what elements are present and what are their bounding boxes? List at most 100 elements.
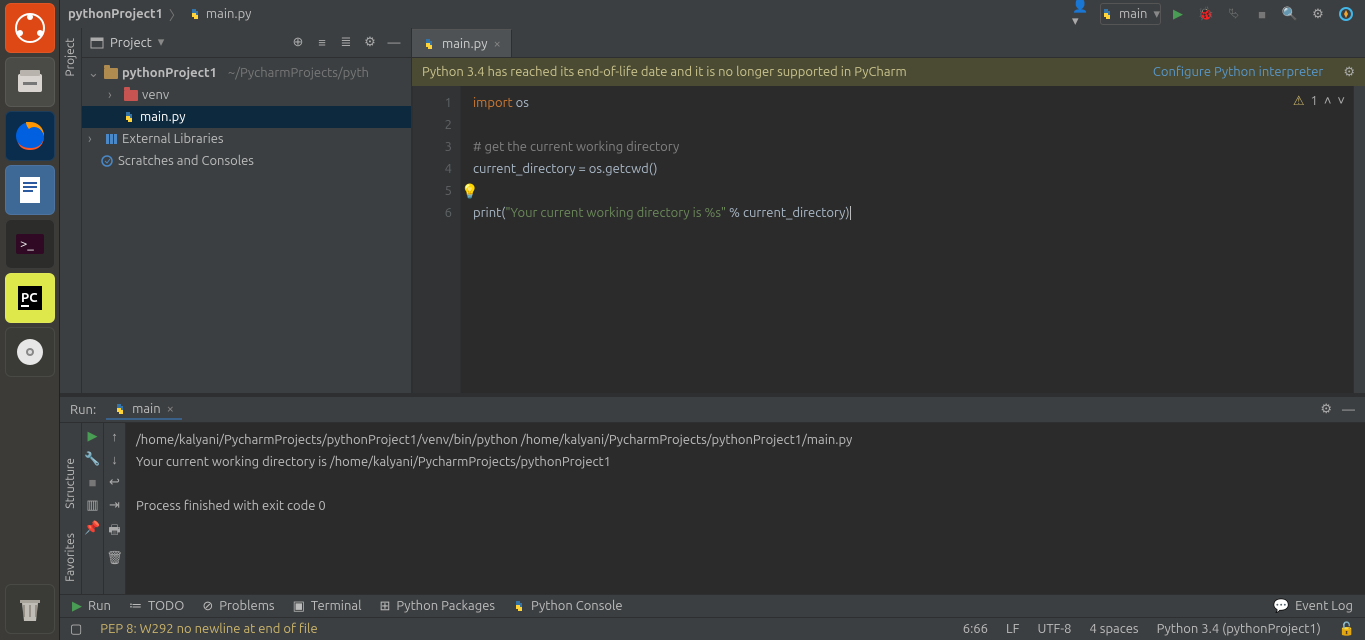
editor-tab[interactable]: main.py × bbox=[412, 29, 512, 57]
launcher-files[interactable] bbox=[5, 57, 55, 107]
warning-count: 1 bbox=[1310, 90, 1317, 112]
left-rail-structure[interactable]: Structure bbox=[64, 458, 77, 509]
status-tool-icon[interactable]: ▢ bbox=[70, 622, 82, 637]
chevron-down-icon[interactable]: ˅ bbox=[1337, 90, 1345, 112]
code-content[interactable]: import os # get the current working dire… bbox=[461, 86, 1353, 393]
tool-terminal[interactable]: ▣Terminal bbox=[293, 599, 362, 614]
project-tool-window: Project ▾ ⊕ ≡ ≣ ⚙ — ⌄ pythonProject1 ~/P… bbox=[82, 28, 412, 393]
tree-scratches-label: Scratches and Consoles bbox=[118, 154, 254, 168]
tree-venv[interactable]: › venv bbox=[82, 84, 411, 106]
tool-run[interactable]: ▶Run bbox=[72, 599, 111, 614]
intention-bulb-icon[interactable]: 💡 bbox=[461, 180, 478, 202]
tree-ext-lib[interactable]: › External Libraries bbox=[82, 128, 411, 150]
soft-wrap-icon[interactable]: ↩ bbox=[109, 475, 120, 490]
breadcrumb-sep: 〉 bbox=[169, 5, 182, 24]
status-line-sep[interactable]: LF bbox=[1006, 622, 1019, 636]
svg-text:>_: >_ bbox=[20, 237, 34, 251]
chevron-down-icon[interactable]: ▾ bbox=[158, 35, 165, 50]
scratches-icon bbox=[100, 154, 114, 168]
project-pane-title[interactable]: Project bbox=[110, 36, 152, 50]
close-icon[interactable]: × bbox=[494, 37, 501, 51]
line-number-gutter: 123456 bbox=[413, 86, 461, 393]
pin-icon[interactable]: 📌 bbox=[84, 521, 100, 536]
breadcrumb-file[interactable]: main.py bbox=[188, 7, 252, 21]
search-everywhere-icon[interactable]: 🔍 bbox=[1279, 3, 1301, 25]
settings-icon[interactable]: ⚙ bbox=[1307, 3, 1329, 25]
run-console[interactable]: /home/kalyani/PycharmProjects/pythonProj… bbox=[126, 423, 1365, 594]
tree-main-label: main.py bbox=[140, 110, 186, 124]
status-message: PEP 8: W292 no newline at end of file bbox=[100, 622, 317, 636]
tree-venv-label: venv bbox=[142, 88, 169, 102]
folder-icon bbox=[124, 90, 138, 101]
error-stripe[interactable] bbox=[1353, 86, 1365, 393]
tree-root-path: ~/PycharmProjects/pyth bbox=[228, 66, 369, 80]
tree-root[interactable]: ⌄ pythonProject1 ~/PycharmProjects/pyth bbox=[82, 62, 411, 84]
stop-button[interactable]: ■ bbox=[1251, 3, 1273, 25]
gear-icon[interactable]: ⚙ bbox=[1320, 402, 1332, 417]
stop-icon[interactable]: ■ bbox=[89, 475, 97, 490]
debug-button[interactable]: 🐞 bbox=[1195, 3, 1217, 25]
launcher-writer[interactable] bbox=[5, 165, 55, 215]
lock-icon[interactable]: 🔓 bbox=[1339, 622, 1355, 637]
launcher-pycharm[interactable]: PC bbox=[5, 273, 55, 323]
run-left-toolbar: ▶ 🔧 ■ ▥ 📌 bbox=[82, 423, 104, 594]
run-header: Run: main × ⚙ — bbox=[60, 397, 1365, 423]
down-icon[interactable]: ↓ bbox=[111, 452, 118, 467]
interpreter-warning-bar: Python 3.4 has reached its end-of-life d… bbox=[412, 58, 1365, 86]
ide-features-icon[interactable] bbox=[1335, 3, 1357, 25]
hide-icon[interactable]: — bbox=[385, 36, 403, 50]
scroll-icon[interactable]: ⇥ bbox=[109, 498, 120, 513]
wrench-icon[interactable]: 🔧 bbox=[84, 452, 100, 467]
launcher-firefox[interactable] bbox=[5, 111, 55, 161]
print-icon[interactable]: 🖶 bbox=[108, 521, 120, 543]
tool-pyconsole[interactable]: Python Console bbox=[513, 599, 623, 613]
tree-scratches[interactable]: Scratches and Consoles bbox=[82, 150, 411, 172]
tool-problems[interactable]: ⊘Problems bbox=[202, 599, 274, 614]
up-icon[interactable]: ↑ bbox=[111, 429, 118, 444]
configure-interpreter-link[interactable]: Configure Python interpreter bbox=[1153, 65, 1323, 79]
chevron-down-icon: ▾ bbox=[1153, 7, 1160, 22]
run-tab[interactable]: main × bbox=[106, 400, 182, 420]
python-file-icon bbox=[188, 7, 202, 21]
project-tree[interactable]: ⌄ pythonProject1 ~/PycharmProjects/pyth … bbox=[82, 58, 411, 393]
status-sdk[interactable]: Python 3.4 (pythonProject1) bbox=[1157, 622, 1321, 636]
run-button[interactable]: ▶ bbox=[1167, 3, 1189, 25]
status-caret-pos[interactable]: 6:66 bbox=[963, 622, 988, 636]
collapse-all-icon[interactable]: ≣ bbox=[337, 35, 355, 50]
code-editor[interactable]: 123456 import os # get the current worki… bbox=[412, 86, 1365, 393]
locate-icon[interactable]: ⊕ bbox=[289, 35, 307, 50]
launcher-dash[interactable] bbox=[5, 3, 55, 53]
status-encoding[interactable]: UTF-8 bbox=[1037, 622, 1071, 636]
launcher-terminal[interactable]: >_ bbox=[5, 219, 55, 269]
trash-icon[interactable]: 🗑 bbox=[106, 551, 123, 566]
run-config-selector[interactable]: main ▾ bbox=[1100, 3, 1161, 25]
tool-eventlog[interactable]: 💬Event Log bbox=[1273, 599, 1353, 614]
python-icon bbox=[1101, 8, 1113, 20]
chevron-up-icon[interactable]: ˄ bbox=[1324, 90, 1332, 112]
tool-packages[interactable]: ⊞Python Packages bbox=[379, 599, 495, 614]
warning-icon: ⚠ bbox=[1293, 90, 1305, 112]
navigation-bar: pythonProject1 〉 main.py 👤▾ main ▾ ▶ 🐞 ⮱… bbox=[60, 0, 1365, 28]
close-icon[interactable]: × bbox=[167, 402, 174, 416]
left-rail-favorites[interactable]: Favorites bbox=[64, 533, 77, 582]
rerun-icon[interactable]: ▶ bbox=[88, 429, 98, 444]
tool-todo[interactable]: ≔TODO bbox=[129, 599, 184, 614]
tree-main-file[interactable]: main.py bbox=[82, 106, 411, 128]
status-indent[interactable]: 4 spaces bbox=[1090, 622, 1139, 636]
run-label: Run: bbox=[70, 403, 96, 417]
launcher-trash[interactable] bbox=[5, 584, 55, 634]
hide-icon[interactable]: — bbox=[1342, 403, 1355, 417]
breadcrumb-file-label: main.py bbox=[206, 7, 252, 21]
tree-ext-label: External Libraries bbox=[122, 132, 224, 146]
gear-icon[interactable]: ⚙ bbox=[361, 35, 379, 50]
ide-window: pythonProject1 〉 main.py 👤▾ main ▾ ▶ 🐞 ⮱… bbox=[60, 0, 1365, 640]
vcs-icon[interactable]: 👤▾ bbox=[1072, 3, 1094, 25]
left-rail-project[interactable]: Project bbox=[64, 28, 77, 87]
gear-icon[interactable]: ⚙ bbox=[1343, 65, 1355, 80]
coverage-button[interactable]: ⮱ bbox=[1223, 3, 1245, 25]
layout-icon[interactable]: ▥ bbox=[86, 498, 98, 513]
expand-all-icon[interactable]: ≡ bbox=[313, 35, 331, 50]
inspection-badge[interactable]: ⚠ 1 ˄ ˅ bbox=[1293, 90, 1345, 112]
launcher-disc[interactable] bbox=[5, 327, 55, 377]
breadcrumb-project[interactable]: pythonProject1 bbox=[68, 7, 163, 21]
